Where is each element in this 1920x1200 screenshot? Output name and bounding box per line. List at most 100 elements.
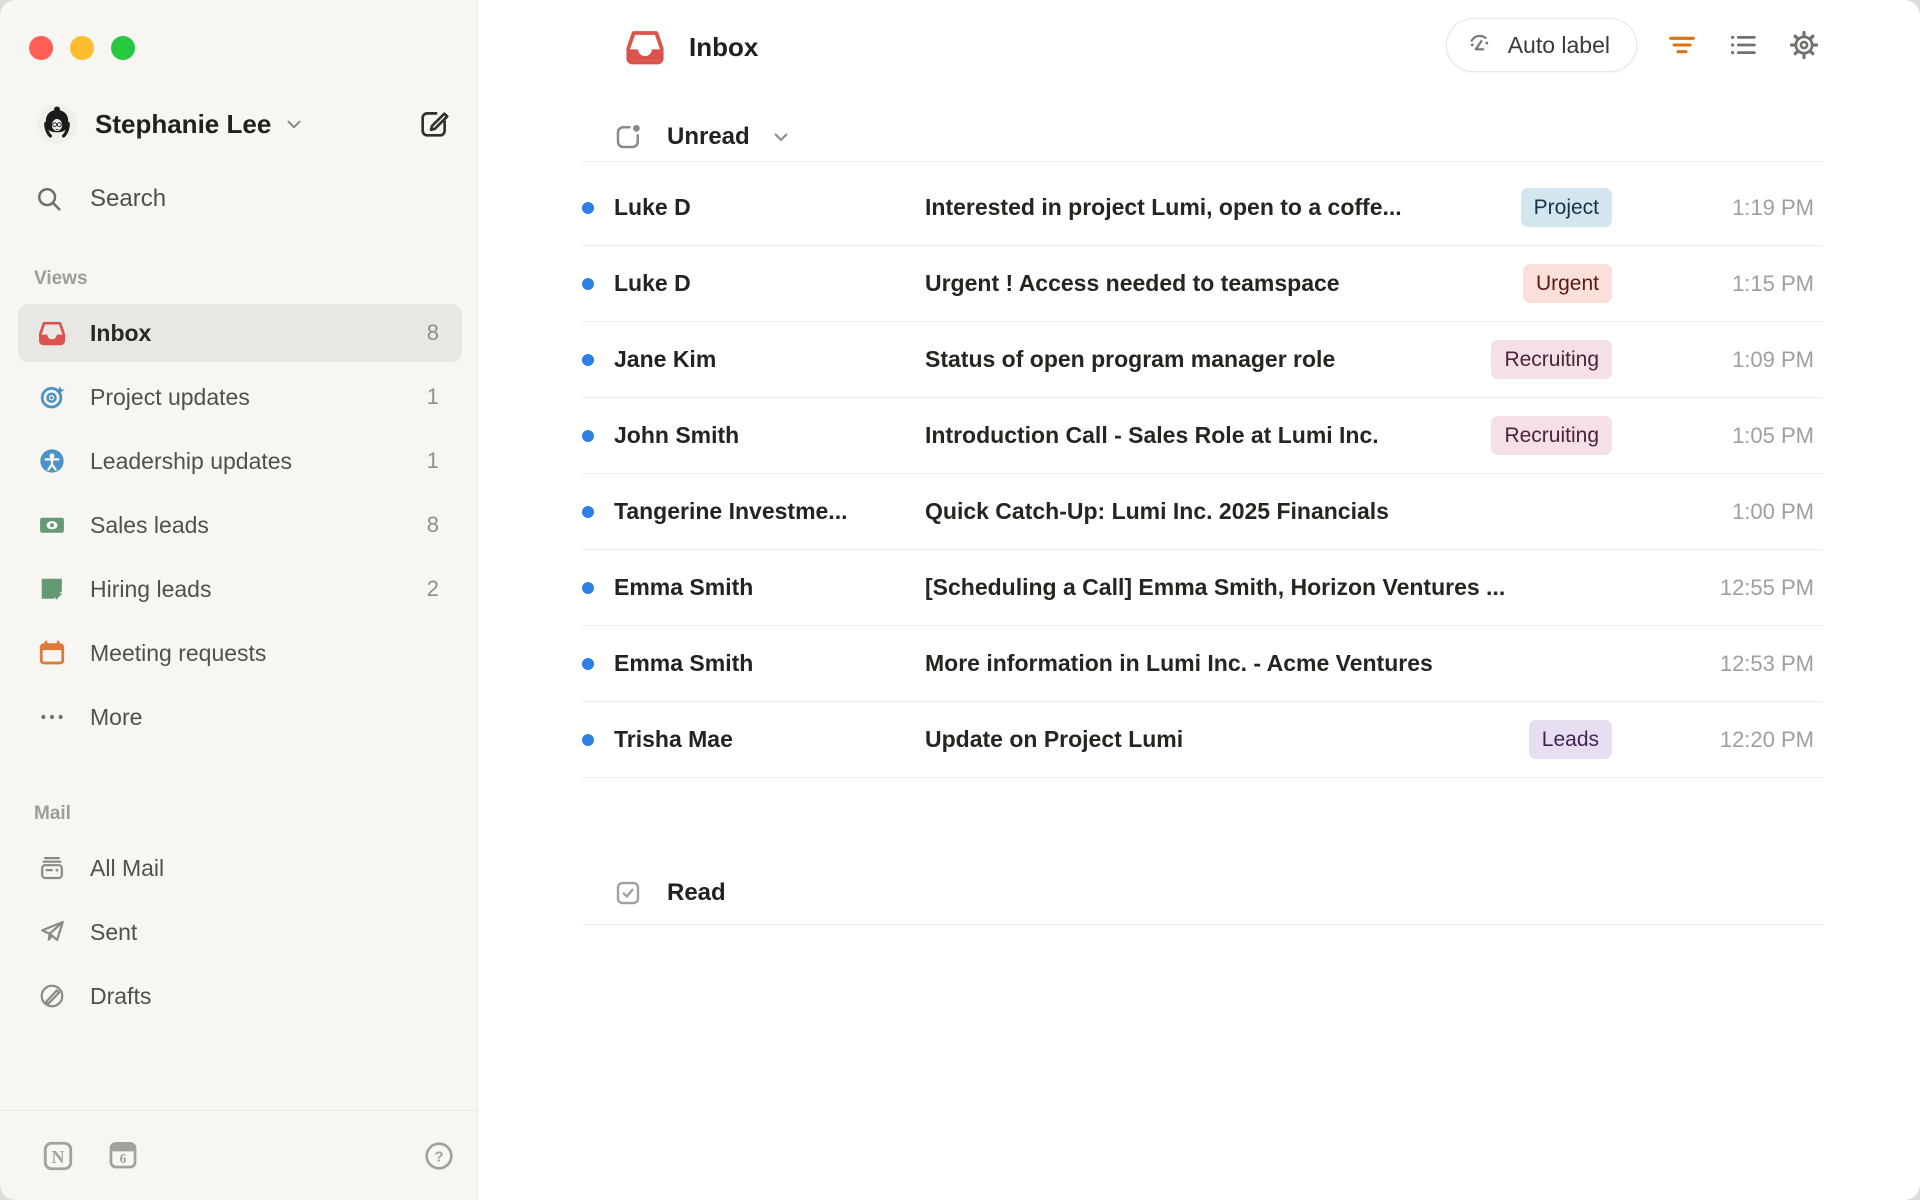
email-row[interactable]: Jane Kim Status of open program manager r… [581, 322, 1822, 398]
zoom-window-button[interactable] [111, 36, 135, 60]
email-sender: Trisha Mae [614, 726, 733, 752]
account-switcher[interactable]: Stephanie Lee [37, 102, 451, 146]
svg-text:?: ? [434, 1150, 443, 1166]
unread-dot-icon [582, 429, 594, 442]
close-window-button[interactable] [29, 36, 53, 60]
email-subject: Interested in project Lumi, open to a co… [925, 194, 1402, 220]
email-time: 1:09 PM [1732, 346, 1814, 372]
unread-dot-icon [582, 657, 594, 670]
sidebar-item-drafts[interactable]: Drafts [18, 967, 462, 1025]
sidebar-item-label: Sent [90, 918, 138, 945]
read-section-header[interactable]: Read [613, 878, 726, 908]
sidebar-item-label: Sales leads [90, 511, 209, 538]
email-row[interactable]: Tangerine Investme... Quick Catch-Up: Lum… [581, 474, 1822, 550]
email-subject: Quick Catch-Up: Lumi Inc. 2025 Financial… [925, 498, 1389, 524]
filter-icon[interactable] [1666, 29, 1698, 61]
sidebar-item-label: Inbox [90, 319, 152, 346]
email-sender: John Smith [614, 422, 740, 448]
list-view-icon[interactable] [1727, 29, 1759, 61]
svg-text:N: N [52, 1147, 65, 1167]
sidebar-item-label: Leadership updates [90, 447, 293, 474]
email-sender: Luke D [614, 194, 691, 220]
email-time: 1:00 PM [1732, 498, 1814, 524]
avatar [37, 104, 77, 144]
auto-label-button[interactable]: Auto label [1445, 18, 1637, 72]
unread-dot-icon [582, 201, 594, 214]
send-icon [38, 918, 66, 946]
app-window: Stephanie Lee Search Views Inbox 8 Project … [0, 0, 1920, 1200]
svg-text:6: 6 [120, 1151, 127, 1166]
label-badge-recruiting: Recruiting [1491, 339, 1612, 380]
draft-icon [38, 982, 66, 1010]
user-name: Stephanie Lee [95, 108, 272, 139]
email-subject: Urgent ! Access needed to teamspace [925, 270, 1340, 296]
calendar-app-icon[interactable]: 6 [106, 1138, 142, 1174]
unread-dot-icon [582, 581, 594, 594]
unread-dot-icon [582, 277, 594, 290]
unread-count-badge: 2 [426, 576, 439, 601]
sidebar-item-label: Project updates [90, 383, 250, 410]
email-row[interactable]: Emma Smith [Scheduling a Call] Emma Smith… [581, 550, 1822, 626]
section-label-views: Views [34, 268, 88, 289]
sidebar-item-project-updates[interactable]: Project updates 1 [18, 368, 462, 426]
auto-label-text: Auto label [1507, 31, 1610, 58]
email-row[interactable]: Trisha Mae Update on Project Lumi Leads 12:… [581, 702, 1822, 778]
sidebar-item-sales-leads[interactable]: Sales leads 8 [18, 496, 462, 554]
sidebar-item-leadership-updates[interactable]: Leadership updates 1 [18, 432, 462, 490]
sidebar-item-inbox[interactable]: Inbox 8 [18, 304, 462, 362]
email-subject: Update on Project Lumi [925, 726, 1184, 752]
settings-gear-icon[interactable] [1788, 29, 1820, 61]
unread-count-badge: 1 [426, 448, 439, 473]
email-sender: Luke D [614, 270, 691, 296]
email-time: 1:05 PM [1732, 422, 1814, 448]
note-icon [38, 575, 66, 603]
email-subject: Status of open program manager role [925, 346, 1336, 372]
main-header: Inbox [625, 27, 758, 67]
email-sender: Jane Kim [614, 346, 717, 372]
inbox-icon [38, 319, 66, 347]
unread-dot-icon [582, 505, 594, 518]
sidebar-item-label: Drafts [90, 982, 152, 1009]
inbox-icon [625, 27, 665, 67]
sidebar-item-sent[interactable]: Sent [18, 903, 462, 961]
sidebar-item-label: Hiring leads [90, 575, 212, 602]
email-sender: Tangerine Investme... [614, 498, 848, 524]
unread-label: Unread [667, 123, 750, 150]
read-section-divider [581, 924, 1822, 925]
read-label: Read [667, 879, 726, 906]
email-subject: More information in Lumi Inc. - Acme Ven… [925, 650, 1433, 676]
notion-logo-icon[interactable]: N [40, 1138, 76, 1174]
email-sender: Emma Smith [614, 574, 754, 600]
target-icon [38, 383, 66, 411]
email-sender: Emma Smith [614, 650, 754, 676]
email-row[interactable]: Luke D Urgent ! Access needed to teamspac… [581, 246, 1822, 322]
email-time: 12:53 PM [1719, 650, 1814, 676]
chevron-down-icon[interactable] [771, 127, 791, 147]
dots-icon [38, 703, 66, 731]
email-row[interactable]: John Smith Introduction Call - Sales Role… [581, 398, 1822, 474]
unread-dot-icon [582, 733, 594, 746]
unread-count-badge: 8 [426, 512, 439, 537]
section-label-mail: Mail [34, 803, 71, 824]
label-badge-project: Project [1520, 187, 1612, 228]
sidebar-item-more[interactable]: More [18, 688, 462, 746]
help-icon[interactable]: ? [422, 1139, 456, 1173]
page-title: Inbox [689, 31, 759, 62]
unread-dot-icon [582, 353, 594, 366]
email-list: Luke D Interested in project Lumi, open t… [581, 161, 1822, 778]
sidebar-item-hiring-leads[interactable]: Hiring leads 2 [18, 560, 462, 618]
email-row[interactable]: Emma Smith More information in Lumi Inc. … [581, 626, 1822, 702]
auto-label-wand-icon [1467, 31, 1495, 59]
label-badge-leads: Leads [1528, 719, 1612, 760]
email-subject: [Scheduling a Call] Emma Smith, Horizon … [925, 574, 1506, 600]
compose-icon[interactable] [417, 107, 451, 141]
email-row[interactable]: Luke D Interested in project Lumi, open t… [581, 170, 1822, 246]
minimize-window-button[interactable] [70, 36, 94, 60]
read-checkbox-icon [613, 878, 643, 908]
unread-count-badge: 1 [426, 384, 439, 409]
search-button[interactable]: Search [34, 177, 166, 221]
main-panel: Inbox Auto label Unread Luke D Intereste… [479, 0, 1920, 1200]
sidebar-item-all-mail[interactable]: All Mail [18, 839, 462, 897]
unread-section-header[interactable]: Unread [613, 122, 791, 152]
sidebar-item-meeting-requests[interactable]: Meeting requests [18, 624, 462, 682]
